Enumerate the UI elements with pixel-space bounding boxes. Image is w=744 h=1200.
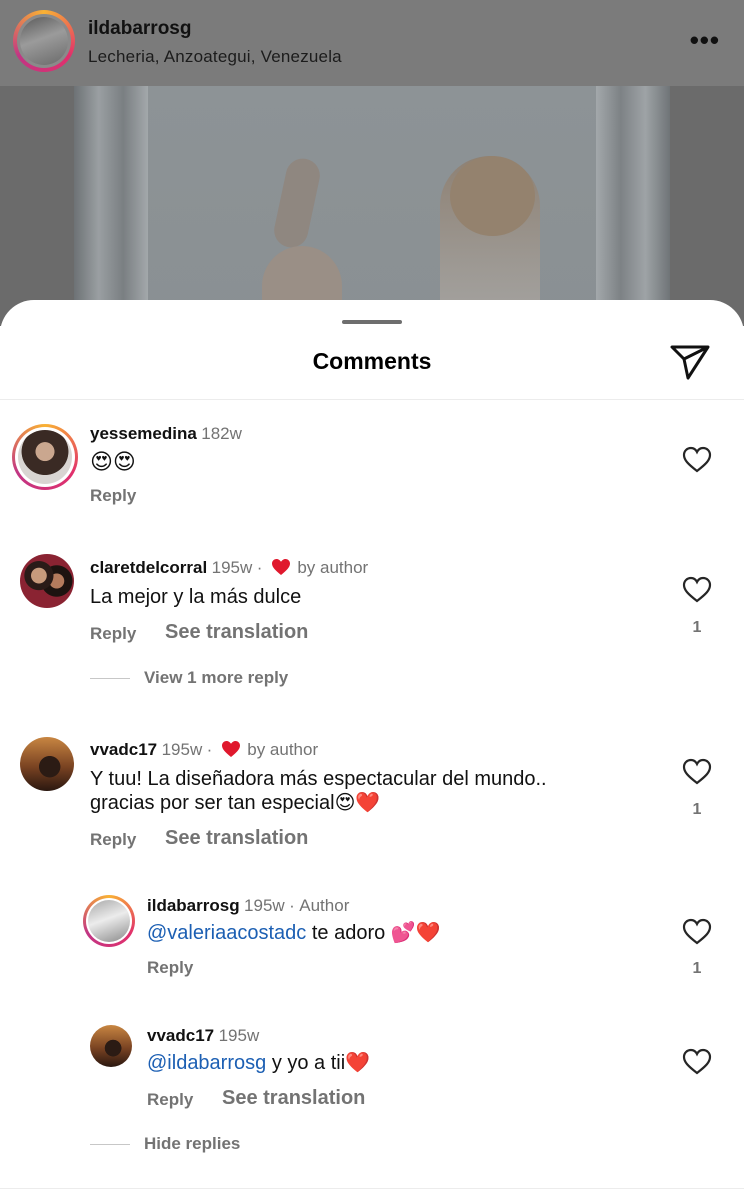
comment-text: La mejor y la más dulce — [90, 586, 302, 608]
comment-header: claretdelcorral 195w · by author — [90, 558, 369, 577]
hide-replies-button[interactable]: Hide replies — [144, 1134, 240, 1154]
mention-link[interactable]: @ildabarrosg — [147, 1052, 266, 1074]
reply-button[interactable]: Reply — [90, 830, 136, 850]
comment-time: 195w — [161, 740, 203, 759]
mention-link[interactable]: @valeriaacostadc — [147, 922, 306, 944]
comment-time: 195w — [211, 558, 253, 577]
comment-username[interactable]: claretdelcorral — [90, 558, 207, 577]
comment-text-line2: gracias por ser tan especial😍❤️ — [90, 792, 381, 814]
comment-text: 😍😍 — [90, 449, 136, 474]
reply-button[interactable]: Reply — [90, 624, 136, 644]
comment-time: 182w — [201, 424, 242, 443]
like-heart-icon[interactable] — [682, 446, 712, 474]
reply-username[interactable]: vvadc17 — [147, 1026, 214, 1045]
like-heart-icon[interactable] — [682, 758, 712, 786]
liked-by-author-label: by author — [247, 740, 319, 759]
comment-username[interactable]: vvadc17 — [90, 740, 157, 759]
comment-header: vvadc17 195w · by author — [90, 740, 319, 759]
post-author-avatar[interactable] — [13, 10, 75, 72]
avatar[interactable] — [20, 554, 74, 608]
thread-line — [90, 1144, 130, 1145]
author-liked-heart-icon — [271, 559, 290, 575]
reply-body: te adoro 💕❤️ — [311, 922, 441, 944]
liked-by-author-label: by author — [297, 558, 369, 577]
post-photo — [0, 86, 744, 326]
view-more-replies-button[interactable]: View 1 more reply — [144, 668, 288, 688]
reply-time: 195w — [218, 1026, 260, 1045]
avatar[interactable] — [12, 424, 78, 490]
thread-line — [90, 678, 130, 679]
comment-header: yessemedina 182w — [90, 424, 242, 444]
reply-button[interactable]: Reply — [90, 486, 136, 506]
like-count: 1 — [692, 619, 702, 636]
reply-header: ildabarrosg 195w · Author — [147, 896, 350, 915]
reply-text: @ildabarrosg y yo a tii❤️ — [147, 1049, 370, 1077]
see-translation-button[interactable]: See translation — [222, 1087, 365, 1110]
like-heart-icon[interactable] — [682, 918, 712, 946]
post-header: ildabarrosg Lecheria, Anzoategui, Venezu… — [0, 0, 744, 86]
reply-button[interactable]: Reply — [147, 1090, 193, 1110]
sheet-drag-handle[interactable] — [342, 320, 402, 324]
avatar[interactable] — [20, 737, 74, 791]
reply-text: @valeriaacostadc te adoro 💕❤️ — [147, 919, 441, 947]
author-liked-heart-icon — [221, 741, 240, 757]
like-heart-icon[interactable] — [682, 576, 712, 604]
bottom-divider — [0, 1188, 744, 1189]
divider — [0, 399, 744, 400]
reply-button[interactable]: Reply — [147, 958, 193, 978]
post-location[interactable]: Lecheria, Anzoategui, Venezuela — [88, 47, 342, 67]
author-badge: Author — [299, 896, 350, 915]
send-icon[interactable] — [668, 342, 712, 382]
comment-username[interactable]: yessemedina — [90, 424, 197, 443]
post-username[interactable]: ildabarrosg — [88, 18, 191, 40]
see-translation-button[interactable]: See translation — [165, 827, 308, 850]
reply-username[interactable]: ildabarrosg — [147, 896, 240, 915]
comments-title: Comments — [312, 348, 432, 374]
like-count: 1 — [692, 960, 702, 977]
more-options-icon[interactable]: ••• — [690, 27, 720, 53]
reply-header: vvadc17 195w — [147, 1026, 259, 1046]
avatar[interactable] — [90, 1025, 132, 1067]
like-count: 1 — [692, 801, 702, 818]
see-translation-button[interactable]: See translation — [165, 621, 308, 644]
avatar[interactable] — [83, 895, 135, 947]
reply-body: y yo a tii❤️ — [271, 1052, 371, 1074]
reply-time: 195w — [244, 896, 285, 915]
like-heart-icon[interactable] — [682, 1048, 712, 1076]
